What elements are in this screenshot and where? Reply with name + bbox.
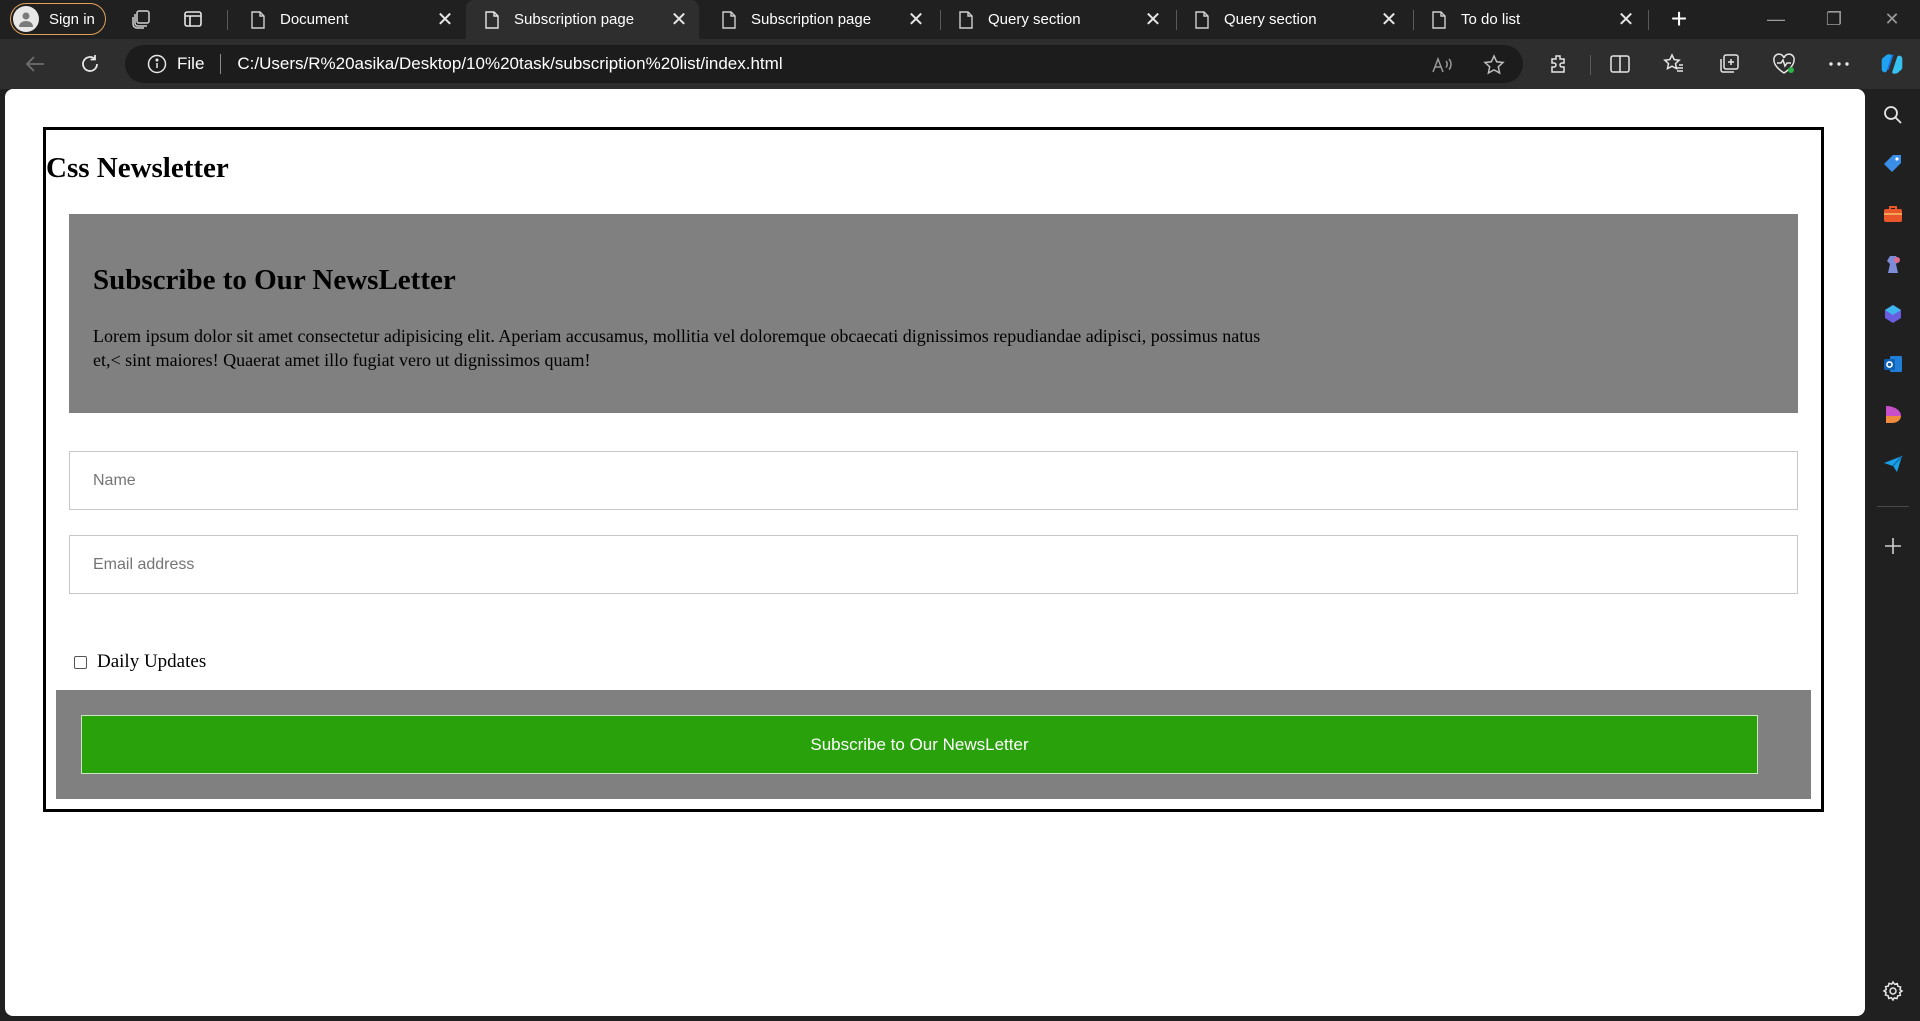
address-bar[interactable]: File C:/Users/R%20asika/Desktop/10%20tas… <box>125 45 1523 83</box>
sidebar-settings-gear-icon[interactable] <box>1881 979 1905 1003</box>
daily-updates-checkbox[interactable] <box>74 655 87 669</box>
more-options-icon[interactable] <box>1827 52 1851 76</box>
tab-document[interactable]: Document ✕ <box>232 0 465 39</box>
page-icon <box>1432 10 1446 29</box>
read-aloud-icon[interactable] <box>1431 54 1453 76</box>
sign-in-label: Sign in <box>49 10 95 28</box>
sign-in-button[interactable]: Sign in <box>10 3 106 35</box>
tab-subscription-page[interactable]: Subscription page ✕ <box>703 0 936 39</box>
refresh-icon[interactable] <box>77 51 103 77</box>
extensions-icon[interactable] <box>1547 52 1571 76</box>
tab-subscription-page-active[interactable]: Subscription page ✕ <box>466 0 699 39</box>
outlook-icon[interactable] <box>1881 352 1905 376</box>
search-icon[interactable] <box>1881 103 1905 127</box>
tab-query-section[interactable]: Query section ✕ <box>940 0 1173 39</box>
close-tab-icon[interactable]: ✕ <box>669 7 689 32</box>
banner-description: Lorem ipsum dolor sit amet consectetur a… <box>93 326 1261 370</box>
tab-query-section-2[interactable]: Query section ✕ <box>1176 0 1409 39</box>
workspaces-icon[interactable] <box>130 8 152 30</box>
email-input[interactable] <box>69 535 1798 594</box>
close-tab-icon[interactable]: ✕ <box>435 7 455 32</box>
favorite-star-icon[interactable] <box>1483 54 1505 76</box>
subscribe-button[interactable]: Subscribe to Our NewsLetter <box>81 715 1758 774</box>
split-screen-icon[interactable] <box>1608 52 1632 76</box>
url-text[interactable]: C:/Users/R%20asika/Desktop/10%20task/sub… <box>237 54 782 74</box>
tab-title: Document <box>280 11 349 28</box>
tab-title: Query section <box>1224 11 1317 28</box>
page-icon <box>251 10 265 29</box>
browser-toolbar: File C:/Users/R%20asika/Desktop/10%20tas… <box>0 39 1920 89</box>
newsletter-banner: Subscribe to Our NewsLetter Lorem ipsum … <box>69 214 1798 413</box>
close-tab-icon[interactable]: ✕ <box>1616 7 1636 32</box>
tab-title: Subscription page <box>514 11 635 28</box>
page-viewport: Css Newsletter Subscribe to Our NewsLett… <box>5 89 1865 1016</box>
designer-icon[interactable] <box>1881 402 1905 426</box>
copilot-icon[interactable] <box>1880 52 1904 76</box>
newsletter-container: Css Newsletter Subscribe to Our NewsLett… <box>43 127 1824 812</box>
name-input[interactable] <box>69 451 1798 510</box>
add-sidebar-app-icon[interactable] <box>1881 534 1905 558</box>
tools-briefcase-icon[interactable] <box>1881 202 1905 226</box>
scheme-label: File <box>177 54 205 73</box>
microsoft-365-icon[interactable] <box>1881 302 1905 326</box>
tab-title: To do list <box>1461 11 1521 28</box>
tab-title: Query section <box>988 11 1081 28</box>
page-icon <box>959 10 973 29</box>
close-tab-icon[interactable]: ✕ <box>1143 7 1163 32</box>
minimize-icon[interactable]: — <box>1762 6 1790 32</box>
tab-to-do-list[interactable]: To do list ✕ <box>1413 0 1646 39</box>
collections-icon[interactable] <box>1717 52 1741 76</box>
edge-sidebar <box>1866 89 1920 1021</box>
send-drop-icon[interactable] <box>1881 452 1905 476</box>
tab-strip: Sign in Document ✕ Subscription page ✕ S… <box>0 0 1920 39</box>
shopping-tag-icon[interactable] <box>1881 152 1905 176</box>
close-window-icon[interactable]: ✕ <box>1878 6 1906 32</box>
close-tab-icon[interactable]: ✕ <box>1379 7 1399 32</box>
submit-section: Subscribe to Our NewsLetter <box>56 690 1811 799</box>
profile-avatar-icon <box>13 6 39 32</box>
browser-essentials-icon[interactable] <box>1772 52 1796 76</box>
tab-title: Subscription page <box>751 11 872 28</box>
vertical-tabs-icon[interactable] <box>182 8 204 30</box>
page-icon <box>1195 10 1209 29</box>
site-info-icon[interactable] <box>147 54 167 74</box>
page-title: Css Newsletter <box>46 152 229 184</box>
restore-icon[interactable]: ❐ <box>1820 6 1848 32</box>
page-icon <box>485 10 499 29</box>
banner-heading: Subscribe to Our NewsLetter <box>93 264 456 296</box>
page-icon <box>722 10 736 29</box>
daily-updates-label: Daily Updates <box>97 651 207 672</box>
daily-updates-option[interactable]: Daily Updates <box>74 651 206 673</box>
back-icon[interactable] <box>22 51 48 77</box>
close-tab-icon[interactable]: ✕ <box>906 7 926 32</box>
new-tab-button[interactable]: + <box>1664 4 1694 34</box>
games-icon[interactable] <box>1881 252 1905 276</box>
favorites-icon[interactable] <box>1662 52 1686 76</box>
